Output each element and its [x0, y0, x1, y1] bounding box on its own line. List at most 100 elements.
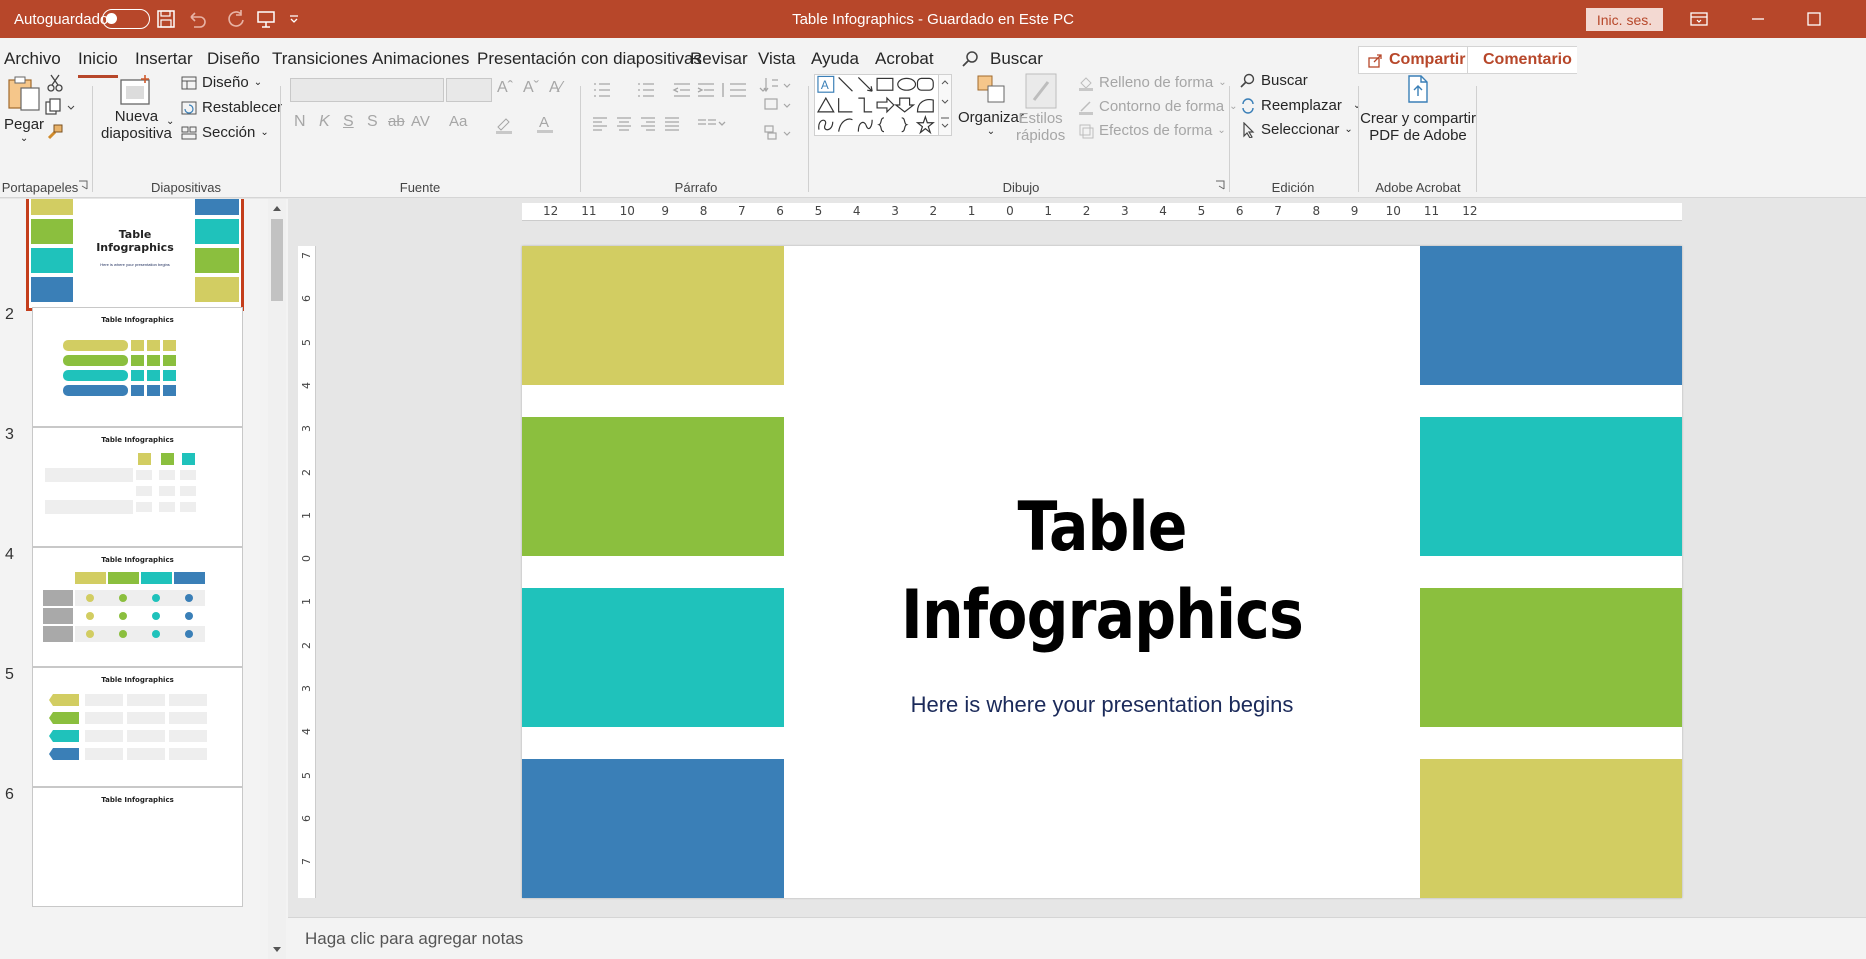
font-name-combo[interactable]	[290, 78, 444, 102]
shadow-button[interactable]: S	[367, 113, 378, 131]
shape-outline-button[interactable]: Contorno de forma ⌄	[1078, 98, 1237, 115]
share-label: Compartir	[1389, 51, 1466, 68]
ribbon: Pegar ⌄ Portapapeles Nueva diapositiva ⌄…	[0, 72, 1866, 198]
group-label-slides: Diapositivas	[150, 180, 222, 195]
minimize-icon[interactable]	[1750, 0, 1766, 38]
paste-button[interactable]: Pegar ⌄	[4, 72, 44, 144]
paragraph-list-buttons[interactable]	[590, 80, 776, 100]
arrange-button[interactable]: Organizar ⌄	[958, 72, 1024, 137]
select-button[interactable]: Seleccionar ⌄	[1240, 121, 1353, 138]
horizontal-ruler[interactable]: 12 11 10 9 8 7 6 5 4 3 2 1 0 1 2 3 4 5 6 7 8 9 10 11 12	[522, 203, 1682, 221]
shapes-gallery-scroll[interactable]	[938, 74, 952, 136]
strikethrough-button[interactable]: ab	[388, 113, 405, 130]
cut-icon[interactable]	[46, 74, 64, 92]
create-pdf-button[interactable]: Crear y compartir PDF de Adobe	[1360, 74, 1476, 144]
thumbnail-title: Table Infographics	[101, 676, 174, 684]
new-slide-chevron-icon[interactable]: ⌄	[166, 116, 174, 127]
redo-icon[interactable]	[226, 0, 246, 38]
shape-fill-button[interactable]: Relleno de forma ⌄	[1078, 74, 1227, 91]
copy-icon[interactable]	[44, 98, 76, 116]
thumbnail-slide-4[interactable]: Table Infographics	[32, 547, 243, 667]
present-icon[interactable]	[256, 0, 276, 38]
tab-presentacion[interactable]: Presentación con diapositivas	[477, 38, 702, 80]
ruler-tick-label: 3	[300, 685, 313, 692]
replace-button[interactable]: Reemplazar⌄	[1240, 97, 1361, 114]
color-block-green[interactable]	[522, 417, 784, 556]
thumbnail-slide-2[interactable]: Table Infographics	[32, 307, 243, 427]
slides-pane: 1 Table Infographics Here is where your …	[0, 199, 288, 959]
thumbnail-slide-1[interactable]: Table Infographics Here is where your pr…	[26, 199, 244, 311]
clear-format-icon[interactable]: A∕	[549, 79, 562, 97]
section-button[interactable]: Sección ⌄	[181, 124, 269, 141]
ruler-tick-label: 6	[300, 814, 313, 822]
thumbnail-slide-6[interactable]: Table Infographics	[32, 787, 243, 907]
thumbnail-slide-3[interactable]: Table Infographics	[32, 427, 243, 547]
share-button[interactable]: Compartir	[1358, 46, 1476, 74]
color-block-blue[interactable]	[522, 759, 784, 898]
ribbon-display-icon[interactable]	[1690, 0, 1708, 38]
notes-pane[interactable]: Haga clic para agregar notas	[288, 917, 1866, 959]
tab-revisar[interactable]: Revisar	[690, 38, 748, 80]
underline-button[interactable]: S	[343, 113, 354, 131]
smartart-icon[interactable]	[762, 124, 792, 142]
thumbnail-number: 6	[5, 786, 14, 803]
color-block-yellow[interactable]	[1420, 759, 1682, 898]
tab-transiciones[interactable]: Transiciones	[272, 38, 368, 80]
ruler-tick-label: 4	[1159, 204, 1167, 218]
customize-toolbar-icon[interactable]	[288, 0, 300, 38]
shape-effects-button[interactable]: Efectos de forma ⌄	[1078, 122, 1226, 139]
thumbnail-slide-5[interactable]: Table Infographics	[32, 667, 243, 787]
reset-button[interactable]: Restablecer	[181, 99, 282, 116]
change-case-button[interactable]: Aa	[449, 113, 467, 130]
group-label-clipboard: Portapapeles	[1, 180, 79, 195]
acrobat-pdf-icon	[1408, 75, 1428, 103]
color-block-teal[interactable]	[1420, 417, 1682, 556]
ruler-tick-label: 4	[852, 204, 861, 218]
thumbnails-scrollbar[interactable]	[268, 199, 286, 959]
new-slide-button[interactable]: Nueva diapositiva	[101, 74, 172, 142]
format-painter-icon[interactable]	[46, 122, 64, 140]
undo-icon[interactable]	[186, 0, 208, 38]
title-bar: Autoguardado Table Infographics - Guarda…	[0, 0, 1866, 38]
tab-animaciones[interactable]: Animaciones	[372, 38, 469, 80]
layout-button[interactable]: Diseño ⌄	[181, 74, 262, 91]
grow-font-icon[interactable]: Aˆ	[497, 79, 513, 97]
drawing-launcher-icon[interactable]	[1215, 180, 1225, 190]
highlight-icon[interactable]	[494, 114, 514, 134]
italic-button[interactable]: K	[319, 113, 330, 131]
bold-button[interactable]: N	[294, 113, 306, 131]
slide-canvas[interactable]: Table Infographics Here is where your pr…	[522, 246, 1682, 898]
ruler-tick-label: 3	[1121, 204, 1129, 218]
layout-label: Diseño	[202, 74, 249, 91]
color-block-green[interactable]	[1420, 588, 1682, 727]
replace-label: Reemplazar	[1261, 97, 1342, 114]
maximize-icon[interactable]	[1806, 0, 1822, 38]
slide-subtitle[interactable]: Here is where your presentation begins	[782, 692, 1422, 718]
char-spacing-button[interactable]: AV	[411, 113, 430, 130]
font-color-icon[interactable]: A	[535, 113, 555, 133]
signin-button[interactable]: Inic. ses.	[1586, 8, 1663, 31]
comments-button[interactable]: Comentario	[1467, 46, 1577, 74]
shapes-gallery[interactable]: A	[814, 74, 950, 136]
effects-icon	[1079, 124, 1094, 138]
ruler-tick-label: 1	[1044, 204, 1053, 218]
ruler-tick-label: 11	[1423, 204, 1440, 218]
save-icon[interactable]	[156, 0, 176, 38]
ruler-tick-label: 6	[300, 295, 313, 303]
autosave-toggle[interactable]	[102, 0, 150, 38]
shrink-font-icon[interactable]: Aˇ	[523, 79, 539, 97]
reset-icon	[181, 101, 197, 114]
find-button[interactable]: Buscar	[1240, 72, 1308, 89]
vertical-ruler[interactable]: 7 6 5 4 3 2 1 0 1 2 3 4 5 6 7	[298, 246, 316, 898]
alignment-buttons[interactable]	[590, 114, 730, 134]
slide-title[interactable]: Table Infographics	[827, 484, 1377, 660]
color-block-yellow[interactable]	[522, 246, 784, 385]
quick-styles-button[interactable]: Estilos rápidos	[1016, 72, 1065, 144]
ruler-tick-label: 10	[619, 204, 635, 218]
color-block-blue[interactable]	[1420, 246, 1682, 385]
color-block-teal[interactable]	[522, 588, 784, 727]
clipboard-launcher-icon[interactable]	[78, 180, 88, 190]
share-icon	[1368, 53, 1382, 68]
font-size-combo[interactable]	[446, 78, 492, 102]
text-direction-icon[interactable]	[762, 74, 792, 122]
